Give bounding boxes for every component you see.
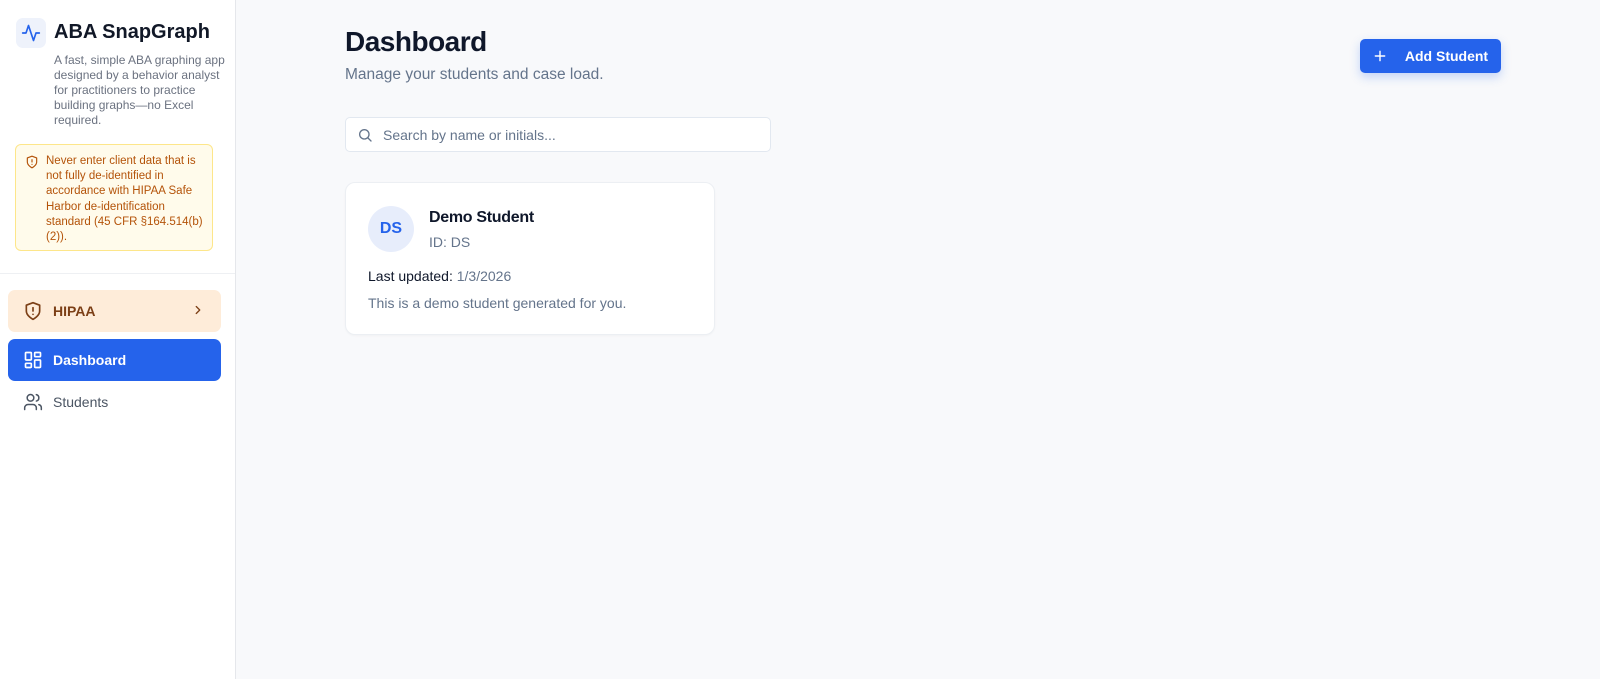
search-box — [345, 117, 771, 152]
warning-text: Never enter client data that is not full… — [46, 155, 203, 244]
sidebar-item-label: Students — [53, 394, 109, 410]
last-updated-value: 1/3/2026 — [456, 268, 512, 284]
page-title: Dashboard — [345, 26, 487, 57]
search-input[interactable] — [383, 118, 763, 151]
sidebar-item-dashboard[interactable]: Dashboard — [8, 339, 221, 381]
users-icon — [22, 391, 44, 413]
last-updated: Last updated: 1/3/2026 — [368, 268, 511, 284]
student-description: This is a demo student generated for you… — [368, 295, 627, 311]
page-subtitle: Manage your students and case load. — [345, 66, 604, 83]
add-student-label: Add Student — [1404, 48, 1489, 64]
app-description: A fast, simple ABA graphing app designed… — [54, 53, 225, 127]
sidebar: ABA SnapGraph A fast, simple ABA graphin… — [0, 0, 236, 679]
sidebar-item-label: Dashboard — [53, 352, 127, 368]
sidebar-item-hipaa[interactable]: HIPAA — [8, 290, 221, 332]
add-student-button[interactable]: Add Student — [1360, 39, 1501, 73]
sidebar-item-label: HIPAA — [53, 303, 96, 319]
student-card[interactable]: DS Demo Student ID: DS Last updated: 1/3… — [345, 182, 715, 335]
chevron-right-icon — [191, 303, 205, 320]
shield-alert-icon — [22, 300, 44, 322]
activity-icon — [16, 18, 46, 48]
student-id: ID: DS — [429, 234, 471, 250]
shield-alert-icon — [25, 155, 39, 174]
app-title: ABA SnapGraph — [54, 21, 210, 43]
last-updated-label: Last updated: — [368, 268, 453, 284]
search-icon — [357, 127, 373, 148]
layout-dashboard-icon — [22, 349, 44, 371]
sidebar-item-students[interactable]: Students — [8, 381, 221, 423]
student-name: Demo Student — [429, 209, 534, 226]
sidebar-divider — [0, 273, 235, 274]
hipaa-warning: Never enter client data that is not full… — [15, 144, 213, 251]
plus-icon — [1373, 49, 1387, 63]
avatar: DS — [368, 206, 414, 252]
